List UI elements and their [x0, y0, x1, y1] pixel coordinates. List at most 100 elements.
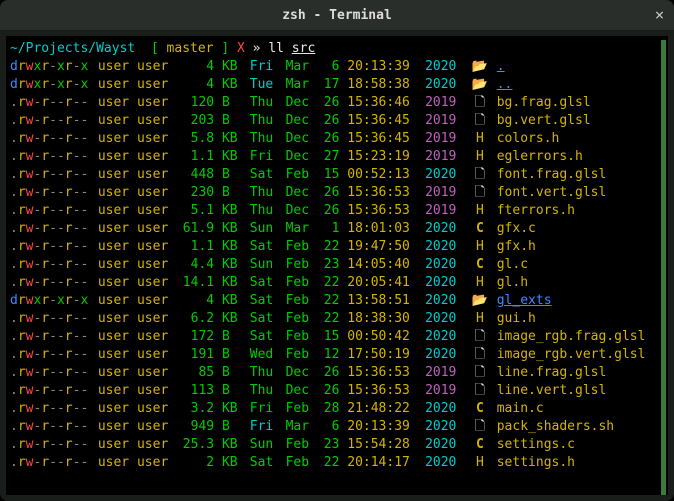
size-unit: B — [222, 346, 242, 364]
year: 2020 — [425, 328, 463, 346]
day: 26 — [321, 94, 339, 112]
permissions: .rw-r--r-- — [10, 112, 90, 130]
size-unit: KB — [222, 130, 242, 148]
size-unit: B — [222, 364, 242, 382]
file-type-icon: H — [471, 130, 489, 148]
month: Feb — [286, 454, 314, 472]
day: 26 — [321, 202, 339, 220]
permissions: .rw-r--r-- — [10, 202, 90, 220]
file-type-icon: H — [471, 202, 489, 220]
file-name: settings.c — [497, 436, 575, 454]
permissions: .rw-r--r-- — [10, 364, 90, 382]
file-type-icon: 🗋 — [471, 94, 489, 112]
month: Feb — [286, 166, 314, 184]
time: 18:01:03 — [347, 220, 417, 238]
list-item: .rw-r--r-- user user 1.1 KB Sat Feb 22 1… — [10, 238, 664, 256]
permissions: .rw-r--r-- — [10, 130, 90, 148]
day: 12 — [321, 346, 339, 364]
day: 22 — [321, 292, 339, 310]
year: 2019 — [425, 382, 463, 400]
day: 22 — [321, 274, 339, 292]
month: Feb — [286, 346, 314, 364]
group: user — [137, 328, 168, 346]
list-item: .rw-r--r-- user user 1.1 KB Fri Dec 27 1… — [10, 148, 664, 166]
size: 172 — [176, 328, 214, 346]
group: user — [137, 400, 168, 418]
file-name: gl.h — [497, 274, 528, 292]
file-type-icon: C — [471, 436, 489, 454]
group: user — [137, 346, 168, 364]
file-name: gfx.c — [497, 220, 536, 238]
list-item: .rw-r--r-- user user 25.3 KB Sun Feb 23 … — [10, 436, 664, 454]
group: user — [137, 220, 168, 238]
list-item: .rw-r--r-- user user 4.4 KB Sun Feb 23 1… — [10, 256, 664, 274]
owner: user — [98, 166, 129, 184]
owner: user — [98, 58, 129, 76]
file-name: pack_shaders.sh — [497, 418, 614, 436]
file-type-icon: 🗋 — [471, 166, 489, 184]
group: user — [137, 292, 168, 310]
time: 21:48:22 — [347, 400, 417, 418]
terminal-window: zsh - Terminal ✕ ~/Projects/Wayst [ mast… — [0, 0, 674, 501]
permissions: .rw-r--r-- — [10, 454, 90, 472]
size-unit: B — [222, 112, 242, 130]
size-unit: B — [222, 94, 242, 112]
owner: user — [98, 400, 129, 418]
month: Dec — [286, 94, 314, 112]
group: user — [137, 130, 168, 148]
year: 2020 — [425, 256, 463, 274]
permissions: .rw-r--r-- — [10, 238, 90, 256]
day: 22 — [321, 310, 339, 328]
group: user — [137, 382, 168, 400]
size-unit: B — [222, 328, 242, 346]
list-item: .rw-r--r-- user user 230 B Thu Dec 26 15… — [10, 184, 664, 202]
size-unit: KB — [222, 292, 242, 310]
owner: user — [98, 238, 129, 256]
list-item: .rw-r--r-- user user 5.8 KB Thu Dec 26 1… — [10, 130, 664, 148]
group: user — [137, 94, 168, 112]
group: user — [137, 202, 168, 220]
day: 22 — [321, 238, 339, 256]
branch-close: ] — [221, 41, 229, 56]
size-unit: KB — [222, 76, 242, 94]
close-icon[interactable]: ✕ — [655, 8, 664, 23]
size-unit: KB — [222, 436, 242, 454]
file-type-icon: C — [471, 256, 489, 274]
group: user — [137, 274, 168, 292]
weekday: Wed — [250, 346, 278, 364]
group: user — [137, 112, 168, 130]
size: 203 — [176, 112, 214, 130]
branch-open: [ — [151, 41, 159, 56]
year: 2020 — [425, 346, 463, 364]
titlebar[interactable]: zsh - Terminal ✕ — [0, 0, 674, 30]
year: 2020 — [425, 400, 463, 418]
weekday: Sat — [250, 328, 278, 346]
owner: user — [98, 382, 129, 400]
owner: user — [98, 364, 129, 382]
file-name: font.vert.glsl — [497, 184, 607, 202]
size: 6.2 — [176, 310, 214, 328]
weekday: Thu — [250, 112, 278, 130]
year: 2020 — [425, 274, 463, 292]
time: 15:36:53 — [347, 364, 417, 382]
file-name: .. — [497, 76, 513, 94]
scrollbar[interactable] — [661, 40, 666, 495]
list-item: .rw-r--r-- user user 14.1 KB Sat Feb 22 … — [10, 274, 664, 292]
file-type-icon: 📂 — [471, 76, 489, 94]
year: 2020 — [425, 220, 463, 238]
file-name: main.c — [497, 400, 544, 418]
file-name: line.vert.glsl — [497, 382, 607, 400]
group: user — [137, 310, 168, 328]
list-item: .rw-r--r-- user user 85 B Thu Dec 26 15:… — [10, 364, 664, 382]
terminal-viewport[interactable]: ~/Projects/Wayst [ master ] X » ll src d… — [6, 36, 668, 495]
weekday: Sat — [250, 454, 278, 472]
year: 2020 — [425, 418, 463, 436]
day: 26 — [321, 184, 339, 202]
weekday: Sat — [250, 274, 278, 292]
owner: user — [98, 184, 129, 202]
size: 4 — [176, 292, 214, 310]
owner: user — [98, 436, 129, 454]
size-unit: KB — [222, 202, 242, 220]
time: 17:50:19 — [347, 346, 417, 364]
day: 15 — [321, 328, 339, 346]
